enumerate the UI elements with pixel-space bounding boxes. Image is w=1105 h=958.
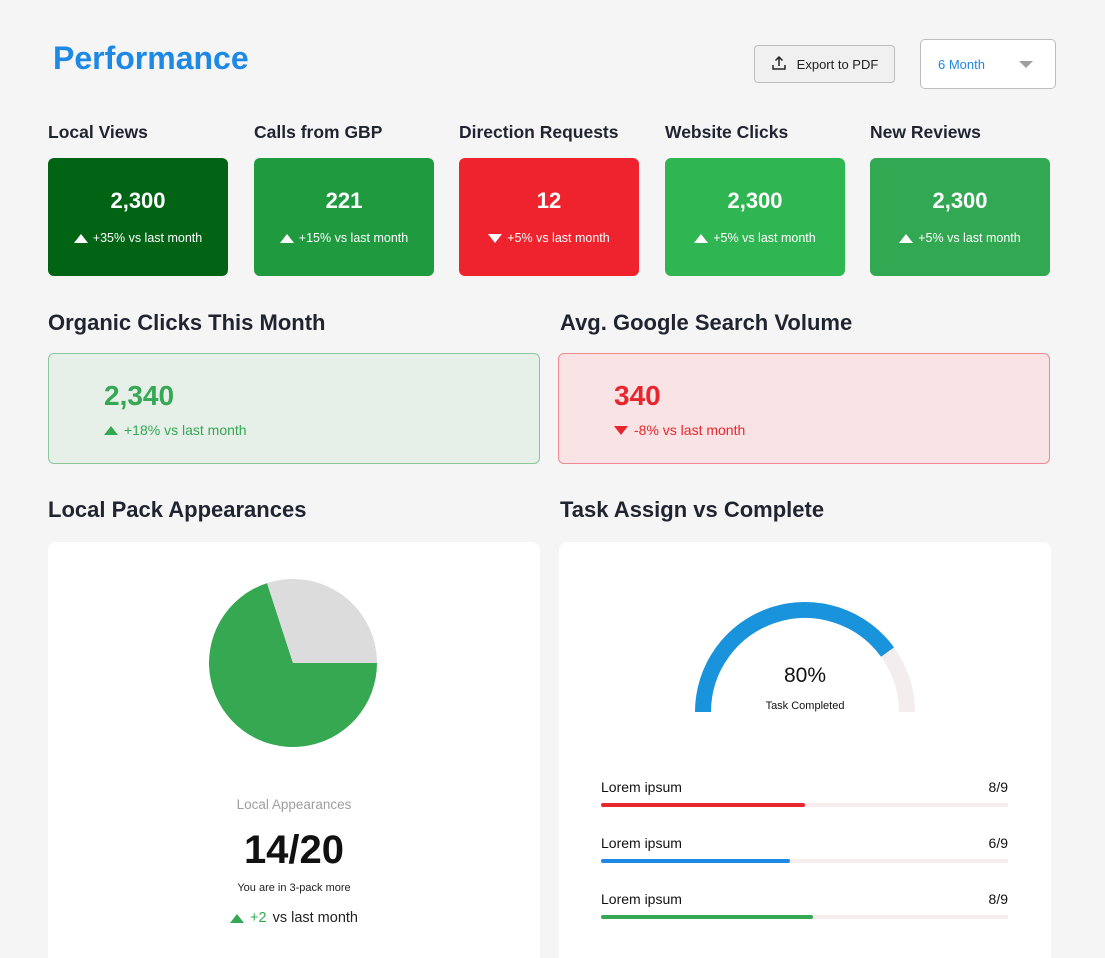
task-progress-track bbox=[601, 803, 1008, 807]
task-row: Lorem ipsum 8/9 bbox=[601, 891, 1008, 919]
task-progress-fill bbox=[601, 915, 813, 919]
export-pdf-button[interactable]: Export to PDF bbox=[754, 45, 895, 83]
organic-clicks-card: 2,340 +18% vs last month bbox=[48, 353, 540, 464]
kpi-change-text: +5% vs last month bbox=[713, 231, 816, 245]
task-row-label: Lorem ipsum bbox=[601, 779, 682, 795]
task-progress-track bbox=[601, 915, 1008, 919]
task-progress-fill bbox=[601, 859, 791, 863]
local-appearances-delta-suffix: vs last month bbox=[272, 910, 358, 926]
kpi-label-calls: Calls from GBP bbox=[254, 122, 383, 142]
page-title: Performance bbox=[53, 40, 249, 76]
local-appearances-label: Local Appearances bbox=[236, 797, 352, 812]
task-panel: 80% Task Completed Lorem ipsum 8/9 Lorem… bbox=[559, 542, 1051, 958]
kpi-value: 12 bbox=[536, 188, 562, 213]
kpi-change: +35% vs last month bbox=[73, 231, 203, 245]
search-volume-title: Avg. Google Search Volume bbox=[560, 310, 853, 335]
kpi-label-new-reviews: New Reviews bbox=[870, 122, 981, 142]
arrow-up-icon bbox=[104, 425, 118, 435]
task-row-value: 6/9 bbox=[988, 835, 1008, 851]
search-volume-value: 340 bbox=[614, 380, 661, 411]
export-label: Export to PDF bbox=[796, 56, 879, 72]
search-change-text: -8% vs last month bbox=[634, 422, 746, 438]
arrow-up-icon bbox=[899, 233, 914, 243]
kpi-change-text: +5% vs last month bbox=[918, 231, 1021, 245]
arrow-up-icon bbox=[73, 233, 88, 243]
arrow-up-icon bbox=[230, 913, 245, 923]
kpi-change: +5% vs last month bbox=[488, 231, 610, 245]
local-pack-title: Local Pack Appearances bbox=[48, 497, 307, 522]
kpi-change-text: +35% vs last month bbox=[92, 231, 203, 245]
search-volume-card: 340 -8% vs last month bbox=[558, 353, 1050, 464]
local-appearances-value: 14/20 bbox=[243, 828, 345, 872]
kpi-change-text: +5% vs last month bbox=[507, 231, 610, 245]
kpi-label-directions: Direction Requests bbox=[459, 122, 619, 142]
local-pack-panel: Local Appearances 14/20 You are in 3-pac… bbox=[48, 542, 540, 958]
task-title: Task Assign vs Complete bbox=[560, 497, 825, 522]
arrow-down-icon bbox=[488, 233, 503, 243]
kpi-card-local-views[interactable]: 2,300 +35% vs last month bbox=[48, 158, 228, 276]
period-value: 6 Month bbox=[938, 56, 985, 72]
arrow-down-icon bbox=[614, 425, 628, 435]
task-row: Lorem ipsum 8/9 bbox=[601, 779, 1008, 807]
local-appearances-subtitle: You are in 3-pack more bbox=[237, 882, 351, 894]
period-dropdown[interactable]: 6 Month bbox=[920, 39, 1056, 89]
organic-clicks-change: +18% vs last month bbox=[104, 422, 539, 438]
kpi-card-calls[interactable]: 221 +15% vs last month bbox=[254, 158, 434, 276]
task-percent: 80% bbox=[783, 664, 827, 687]
organic-clicks-value: 2,340 bbox=[104, 380, 175, 411]
chevron-down-icon bbox=[1019, 60, 1033, 68]
task-row: Lorem ipsum 6/9 bbox=[601, 835, 1008, 863]
kpi-label-website-clicks: Website Clicks bbox=[665, 122, 789, 142]
kpi-card-website-clicks[interactable]: 2,300 +5% vs last month bbox=[665, 158, 845, 276]
local-appearances-change: +2 vs last month bbox=[48, 910, 540, 926]
kpi-change: +5% vs last month bbox=[899, 231, 1021, 245]
search-volume-change: -8% vs last month bbox=[614, 422, 1049, 438]
task-progress-fill bbox=[601, 803, 805, 807]
gauge-track bbox=[695, 602, 915, 713]
kpi-value: 221 bbox=[325, 188, 363, 213]
task-row-value: 8/9 bbox=[988, 779, 1008, 795]
kpi-value: 2,300 bbox=[932, 188, 988, 213]
kpi-value: 2,300 bbox=[727, 188, 783, 213]
local-appearances-delta: +2 bbox=[250, 910, 267, 926]
export-icon bbox=[771, 55, 787, 74]
task-progress-track bbox=[601, 859, 1008, 863]
kpi-change: +5% vs last month bbox=[694, 231, 816, 245]
kpi-card-new-reviews[interactable]: 2,300 +5% vs last month bbox=[870, 158, 1050, 276]
kpi-label-local-views: Local Views bbox=[48, 122, 148, 142]
arrow-up-icon bbox=[694, 233, 709, 243]
arrow-up-icon bbox=[279, 233, 294, 243]
kpi-card-directions[interactable]: 12 +5% vs last month bbox=[459, 158, 639, 276]
organic-change-text: +18% vs last month bbox=[124, 422, 247, 438]
kpi-change-text: +15% vs last month bbox=[298, 231, 409, 245]
gauge-fill bbox=[695, 602, 894, 713]
task-row-label: Lorem ipsum bbox=[601, 891, 682, 907]
task-completed-label: Task Completed bbox=[765, 700, 845, 712]
kpi-value: 2,300 bbox=[110, 188, 166, 213]
task-row-value: 8/9 bbox=[988, 891, 1008, 907]
task-row-label: Lorem ipsum bbox=[601, 835, 682, 851]
local-pack-pie-chart bbox=[209, 579, 377, 747]
kpi-change: +15% vs last month bbox=[279, 231, 409, 245]
organic-clicks-title: Organic Clicks This Month bbox=[48, 310, 326, 335]
